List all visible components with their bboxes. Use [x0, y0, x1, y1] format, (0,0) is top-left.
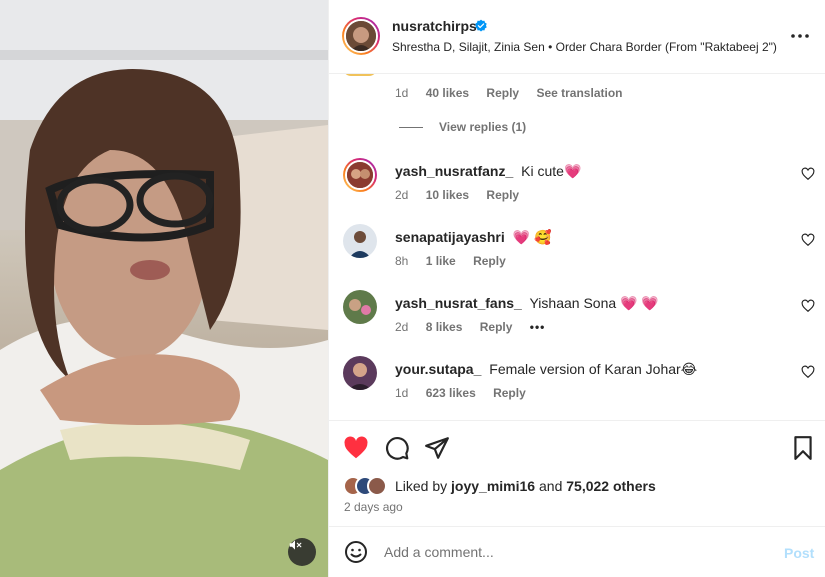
- comment-item: your.sutapa_ Female version of Karan Joh…: [329, 354, 825, 414]
- replies-divider: [399, 126, 423, 128]
- author-username[interactable]: nusratchirps: [392, 18, 477, 34]
- comment-like-heart-icon[interactable]: [801, 299, 815, 313]
- liked-by-prefix: Liked by: [395, 478, 448, 494]
- comment-text: senapatijayashri 💗 🥰: [395, 229, 551, 246]
- comment-like-heart-icon[interactable]: [801, 167, 815, 181]
- commenter-username[interactable]: senapatijayashri: [395, 229, 505, 245]
- liked-by-user[interactable]: joyy_mimi16: [451, 478, 535, 494]
- comment-meta: 2d 10 likes Reply: [395, 188, 533, 202]
- commenter-username[interactable]: yash_nusratfanz_: [395, 163, 513, 179]
- reply-button[interactable]: Reply: [486, 86, 519, 100]
- comment-likes[interactable]: 1 like: [426, 254, 456, 268]
- add-comment-bar: Post: [329, 526, 825, 577]
- comment-likes[interactable]: 10 likes: [426, 188, 469, 202]
- comment-item: yash_nusrat_fans_ Yishaan Sona 💗 💗 2d 8 …: [329, 288, 825, 348]
- comment-body: Ki cute💗: [521, 163, 582, 179]
- speaker-muted-icon: [289, 540, 302, 550]
- reply-button[interactable]: Reply: [473, 254, 506, 268]
- likes-summary: Liked by joyy_mimi16 and 75,022 others: [343, 476, 656, 496]
- comment-likes[interactable]: 40 likes: [426, 86, 469, 100]
- comment-time: 8h: [395, 254, 409, 268]
- comment-meta: 2d 8 likes Reply •••: [395, 320, 559, 334]
- partial-comment-meta: 1d 40 likes Reply See translation: [395, 86, 636, 100]
- bookmark-icon[interactable]: [790, 435, 816, 461]
- reply-button[interactable]: Reply: [480, 320, 513, 334]
- author-avatar[interactable]: [342, 17, 380, 55]
- view-replies-label: View replies (1): [439, 120, 527, 134]
- see-translation-button[interactable]: See translation: [536, 86, 622, 100]
- audio-track-link[interactable]: Shrestha D, Silajit, Zinia Sen • Order C…: [392, 40, 777, 54]
- comment-meta: 8h 1 like Reply: [395, 254, 520, 268]
- comment-text: your.sutapa_ Female version of Karan Joh…: [395, 361, 697, 378]
- comment-likes[interactable]: 623 likes: [426, 386, 476, 400]
- likes-text: Liked by joyy_mimi16 and 75,022 others: [395, 478, 656, 494]
- comment-meta: 1d 623 likes Reply: [395, 386, 540, 400]
- commenter-avatar[interactable]: [343, 158, 377, 192]
- comment-like-heart-icon[interactable]: [801, 365, 815, 379]
- comment-body: Yishaan Sona 💗 💗: [529, 295, 659, 311]
- comment-likes[interactable]: 8 likes: [426, 320, 463, 334]
- comment-time: 2d: [395, 320, 409, 334]
- comment-item: senapatijayashri 💗 🥰 8h 1 like Reply: [329, 222, 825, 282]
- view-replies-button[interactable]: View replies (1): [399, 120, 526, 134]
- send-icon[interactable]: [424, 435, 450, 461]
- post-detail-panel: nusratchirps Shrestha D, Silajit, Zinia …: [328, 0, 825, 577]
- commenter-avatar[interactable]: [343, 290, 377, 324]
- liked-by-others[interactable]: 75,022 others: [566, 478, 656, 494]
- mute-button[interactable]: [288, 538, 316, 566]
- more-horizontal-icon[interactable]: [789, 26, 811, 46]
- reply-button[interactable]: Reply: [493, 386, 526, 400]
- comment-body: 💗 🥰: [512, 229, 552, 245]
- heart-filled-icon[interactable]: [343, 435, 369, 461]
- comment-text: yash_nusratfanz_ Ki cute💗: [395, 163, 581, 180]
- comment-time: 1d: [395, 86, 409, 100]
- commenter-avatar[interactable]: [343, 224, 377, 258]
- comment-body: Female version of Karan Johar😂: [489, 361, 698, 377]
- comment-icon[interactable]: [384, 435, 410, 461]
- comment-options-button[interactable]: •••: [530, 320, 546, 334]
- post-video[interactable]: [0, 0, 328, 577]
- post-comment-button[interactable]: Post: [784, 545, 814, 561]
- comments-list[interactable]: 1d 40 likes Reply See translation View r…: [329, 74, 825, 420]
- post-timestamp[interactable]: 2 days ago: [344, 500, 403, 514]
- comment-input[interactable]: [384, 539, 764, 565]
- smiley-icon[interactable]: [344, 540, 368, 564]
- reply-button[interactable]: Reply: [486, 188, 519, 202]
- liker-avatar: [367, 476, 387, 496]
- verified-badge-icon: [475, 19, 487, 32]
- commenter-avatar[interactable]: [343, 356, 377, 390]
- commenter-username[interactable]: yash_nusrat_fans_: [395, 295, 522, 311]
- comment-like-heart-icon[interactable]: [801, 233, 815, 247]
- partial-comment-avatar: [343, 74, 377, 76]
- comment-time: 1d: [395, 386, 409, 400]
- commenter-username[interactable]: your.sutapa_: [395, 361, 481, 377]
- liked-by-conj: and: [539, 478, 563, 494]
- comment-text: yash_nusrat_fans_ Yishaan Sona 💗 💗: [395, 295, 659, 312]
- post-actions-section: Liked by joyy_mimi16 and 75,022 others 2…: [329, 420, 825, 526]
- comment-time: 2d: [395, 188, 409, 202]
- post-header: nusratchirps Shrestha D, Silajit, Zinia …: [329, 0, 825, 74]
- video-frame: [0, 0, 328, 577]
- comment-item: yash_nusratfanz_ Ki cute💗 2d 10 likes Re…: [329, 156, 825, 216]
